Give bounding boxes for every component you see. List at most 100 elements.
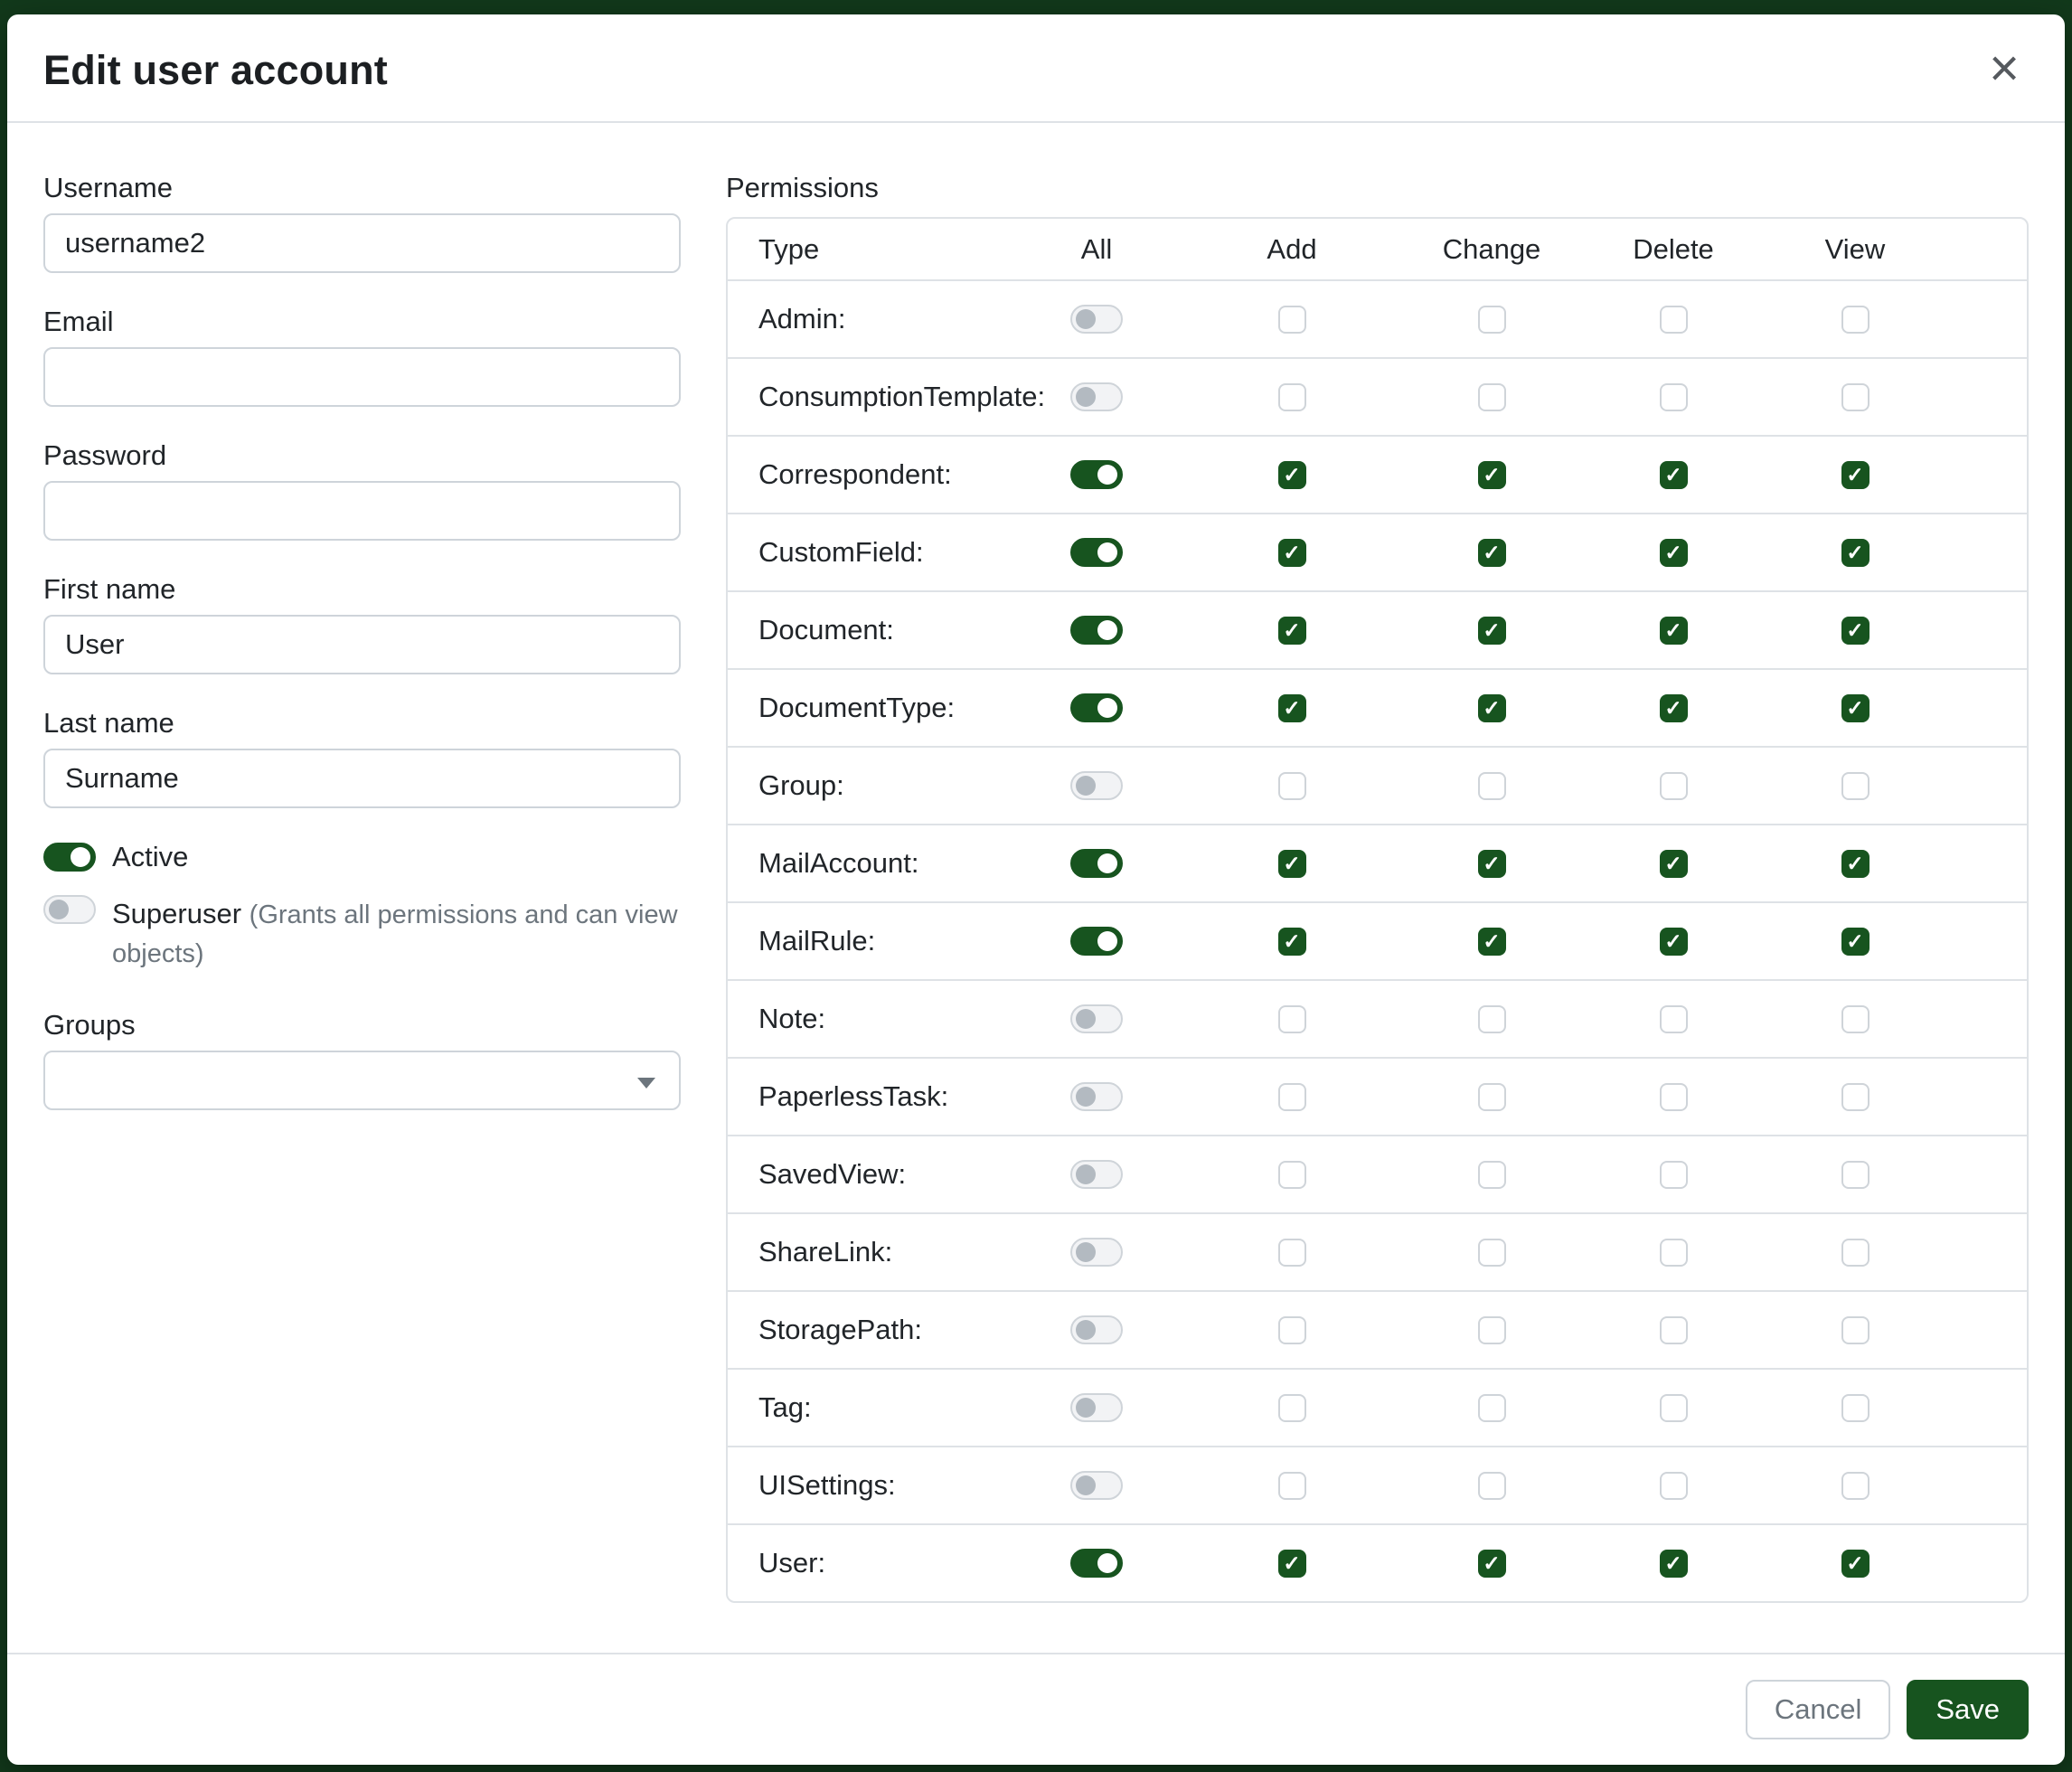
permission-delete-checkbox[interactable] <box>1660 1005 1688 1033</box>
permission-delete-checkbox[interactable] <box>1660 1239 1688 1267</box>
permission-add-checkbox[interactable]: ✓ <box>1278 928 1306 956</box>
permission-delete-checkbox[interactable]: ✓ <box>1660 461 1688 489</box>
permission-change-checkbox[interactable] <box>1478 772 1506 800</box>
permission-delete-checkbox[interactable] <box>1660 1161 1688 1189</box>
permission-delete-checkbox[interactable]: ✓ <box>1660 694 1688 722</box>
permission-all-toggle[interactable] <box>1070 1238 1123 1267</box>
permission-all-toggle[interactable] <box>1070 538 1123 567</box>
permission-delete-checkbox[interactable] <box>1660 1394 1688 1422</box>
permission-all-toggle[interactable] <box>1070 382 1123 411</box>
permission-change-checkbox[interactable]: ✓ <box>1478 539 1506 567</box>
permission-delete-checkbox[interactable] <box>1660 306 1688 334</box>
active-row: Active <box>43 841 681 873</box>
permission-add-checkbox[interactable] <box>1278 306 1306 334</box>
permission-change-checkbox[interactable] <box>1478 1472 1506 1500</box>
permission-add-checkbox[interactable]: ✓ <box>1278 694 1306 722</box>
permission-change-checkbox[interactable] <box>1478 1083 1506 1111</box>
permission-view-checkbox[interactable]: ✓ <box>1841 694 1870 722</box>
permission-view-checkbox[interactable]: ✓ <box>1841 617 1870 645</box>
permission-all-toggle[interactable] <box>1070 1160 1123 1189</box>
permission-all-toggle[interactable] <box>1070 1393 1123 1422</box>
permission-view-checkbox[interactable] <box>1841 383 1870 411</box>
permission-change-checkbox[interactable]: ✓ <box>1478 694 1506 722</box>
permission-add-checkbox[interactable]: ✓ <box>1278 850 1306 878</box>
permission-delete-checkbox[interactable] <box>1660 1472 1688 1500</box>
permission-delete-checkbox[interactable] <box>1660 1316 1688 1344</box>
permission-all-toggle[interactable] <box>1070 1082 1123 1111</box>
permission-change-checkbox[interactable]: ✓ <box>1478 850 1506 878</box>
toggle-knob <box>1076 1164 1096 1184</box>
permission-change-checkbox[interactable] <box>1478 1161 1506 1189</box>
permission-change-checkbox[interactable]: ✓ <box>1478 928 1506 956</box>
permission-view-checkbox[interactable] <box>1841 1472 1870 1500</box>
permission-view-checkbox[interactable] <box>1841 1394 1870 1422</box>
permission-view-checkbox[interactable]: ✓ <box>1841 539 1870 567</box>
permission-add-checkbox[interactable] <box>1278 1472 1306 1500</box>
permission-add-checkbox[interactable]: ✓ <box>1278 617 1306 645</box>
permission-all-toggle[interactable] <box>1070 1004 1123 1033</box>
permission-change-checkbox[interactable] <box>1478 1394 1506 1422</box>
permission-view-checkbox[interactable] <box>1841 1239 1870 1267</box>
permission-delete-checkbox[interactable]: ✓ <box>1660 928 1688 956</box>
permission-delete-checkbox[interactable]: ✓ <box>1660 539 1688 567</box>
username-input[interactable] <box>43 213 681 273</box>
permission-add-checkbox[interactable] <box>1278 1005 1306 1033</box>
groups-select[interactable] <box>43 1051 681 1110</box>
permission-change-checkbox[interactable]: ✓ <box>1478 461 1506 489</box>
superuser-toggle[interactable] <box>43 895 96 924</box>
permission-add-checkbox[interactable] <box>1278 383 1306 411</box>
permission-all-toggle[interactable] <box>1070 305 1123 334</box>
permission-change-checkbox[interactable] <box>1478 306 1506 334</box>
last-name-field[interactable] <box>43 749 681 808</box>
permission-all-toggle[interactable] <box>1070 771 1123 800</box>
email-field[interactable] <box>43 347 681 407</box>
permission-view-checkbox[interactable] <box>1841 306 1870 334</box>
permission-type-label: ShareLink: <box>728 1236 999 1268</box>
permission-delete-checkbox[interactable]: ✓ <box>1660 850 1688 878</box>
permission-add-checkbox[interactable] <box>1278 1083 1306 1111</box>
permission-view-checkbox[interactable] <box>1841 1005 1870 1033</box>
permission-all-toggle[interactable] <box>1070 1471 1123 1500</box>
permission-view-checkbox[interactable]: ✓ <box>1841 850 1870 878</box>
active-toggle[interactable] <box>43 843 96 872</box>
permission-all-toggle[interactable] <box>1070 927 1123 956</box>
permission-change-checkbox[interactable] <box>1478 1005 1506 1033</box>
first-name-field[interactable] <box>43 615 681 674</box>
permission-change-checkbox[interactable] <box>1478 383 1506 411</box>
close-icon[interactable]: × <box>1983 49 2025 89</box>
permission-delete-checkbox[interactable] <box>1660 383 1688 411</box>
permission-view-checkbox[interactable] <box>1841 1316 1870 1344</box>
permission-view-checkbox[interactable]: ✓ <box>1841 928 1870 956</box>
permission-delete-checkbox[interactable]: ✓ <box>1660 1550 1688 1578</box>
permission-all-toggle[interactable] <box>1070 849 1123 878</box>
permission-view-checkbox[interactable]: ✓ <box>1841 461 1870 489</box>
permission-add-checkbox[interactable]: ✓ <box>1278 461 1306 489</box>
permission-change-checkbox[interactable] <box>1478 1239 1506 1267</box>
permission-add-checkbox[interactable] <box>1278 1161 1306 1189</box>
password-field[interactable] <box>43 481 681 541</box>
permission-change-checkbox[interactable]: ✓ <box>1478 1550 1506 1578</box>
permission-add-checkbox[interactable]: ✓ <box>1278 1550 1306 1578</box>
permission-all-toggle[interactable] <box>1070 693 1123 722</box>
permission-view-checkbox[interactable] <box>1841 772 1870 800</box>
permission-delete-checkbox[interactable] <box>1660 1083 1688 1111</box>
permission-all-toggle[interactable] <box>1070 460 1123 489</box>
permission-all-toggle[interactable] <box>1070 1315 1123 1344</box>
permission-view-checkbox[interactable] <box>1841 1083 1870 1111</box>
permission-view-checkbox[interactable] <box>1841 1161 1870 1189</box>
permission-delete-checkbox[interactable]: ✓ <box>1660 617 1688 645</box>
permission-change-checkbox[interactable] <box>1478 1316 1506 1344</box>
permission-all-toggle[interactable] <box>1070 616 1123 645</box>
permission-add-checkbox[interactable] <box>1278 1394 1306 1422</box>
permission-add-checkbox[interactable] <box>1278 772 1306 800</box>
permission-add-checkbox[interactable]: ✓ <box>1278 539 1306 567</box>
permission-view-checkbox[interactable]: ✓ <box>1841 1550 1870 1578</box>
permission-all-toggle[interactable] <box>1070 1549 1123 1578</box>
toggle-knob <box>1097 931 1117 951</box>
permission-add-checkbox[interactable] <box>1278 1239 1306 1267</box>
permission-delete-checkbox[interactable] <box>1660 772 1688 800</box>
save-button[interactable]: Save <box>1907 1680 2029 1739</box>
permission-add-checkbox[interactable] <box>1278 1316 1306 1344</box>
permission-change-checkbox[interactable]: ✓ <box>1478 617 1506 645</box>
cancel-button[interactable]: Cancel <box>1746 1680 1891 1739</box>
